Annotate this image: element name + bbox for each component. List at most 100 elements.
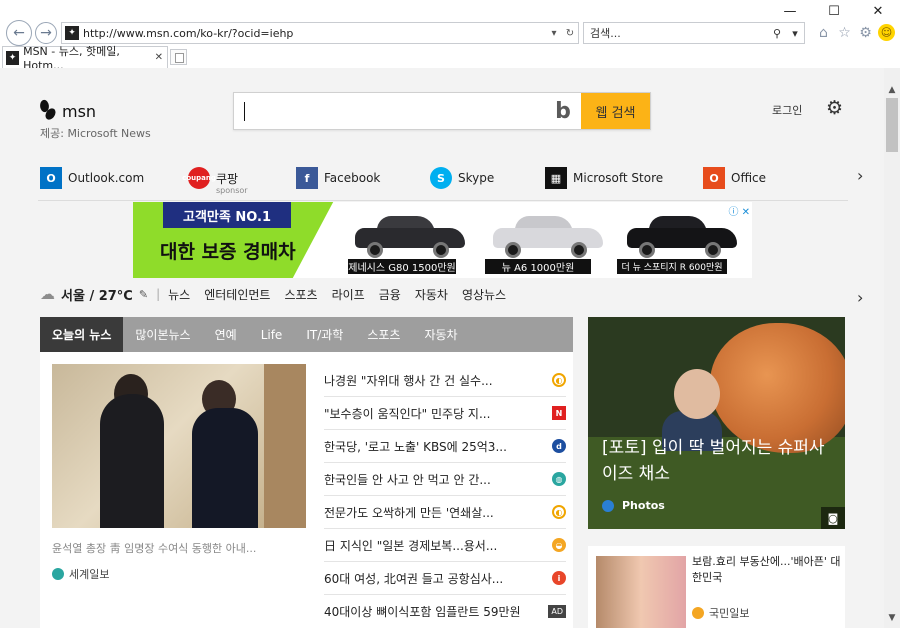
source-logo-icon: ◐ bbox=[552, 505, 566, 519]
minimize-button[interactable]: — bbox=[768, 0, 812, 22]
address-bar[interactable]: ✦ http://www.msn.com/ko-kr/?ocid=iehp ▾ … bbox=[61, 22, 579, 44]
scroll-down-icon[interactable]: ▼ bbox=[884, 610, 900, 626]
headline-item-ad[interactable]: 40대이상 뼈이식포함 임플란트 59만원 AD bbox=[324, 595, 566, 628]
headline-item[interactable]: "보수층이 움직인다" 민주당 지... N bbox=[324, 397, 566, 430]
source-logo-icon: ◍ bbox=[552, 472, 566, 486]
ad-headline: 대한 보증 경매차 bbox=[160, 241, 296, 263]
headline-title: 日 지식인 "일본 경제보복...용서... bbox=[324, 538, 498, 553]
quick-link-coupang[interactable]: coupang 쿠팡 sponsor bbox=[182, 167, 248, 195]
refresh-icon[interactable]: ↻ bbox=[562, 28, 578, 39]
scroll-thumb[interactable] bbox=[886, 98, 898, 152]
main-news-photo[interactable] bbox=[52, 364, 306, 528]
browser-search-box[interactable]: 검색... ⚲ ▾ bbox=[583, 22, 805, 44]
headline-item[interactable]: 한국당, '로고 노출' KBS에 25억3... d bbox=[324, 430, 566, 463]
quick-link-microsoft-store[interactable]: ▦ Microsoft Store bbox=[545, 167, 663, 189]
web-search-input[interactable] bbox=[234, 93, 545, 129]
close-button[interactable]: ✕ bbox=[856, 0, 900, 22]
headline-title: 나경원 "자위대 행사 간 건 실수... bbox=[324, 373, 493, 388]
headline-item[interactable]: 日 지식인 "일본 경제보복...용서... ◒ bbox=[324, 529, 566, 562]
adchoices-icon[interactable]: ⓘ ✕ bbox=[728, 203, 750, 218]
tab-life[interactable]: Life bbox=[249, 317, 295, 352]
quick-link-label: Facebook bbox=[324, 171, 381, 185]
photos-logo-icon bbox=[602, 499, 614, 512]
category-news[interactable]: 뉴스 bbox=[168, 286, 190, 303]
search-dropdown-icon[interactable]: ▾ bbox=[786, 27, 804, 40]
source-logo-icon: ◐ bbox=[552, 373, 566, 387]
browser-tab-msn[interactable]: ✦ MSN - 뉴스, 핫메일, Hotm... ✕ bbox=[2, 45, 168, 72]
tab-today-news[interactable]: 오늘의 뉴스 bbox=[40, 317, 124, 352]
msn-logo-text: msn bbox=[62, 101, 97, 121]
segye-logo-icon bbox=[52, 568, 64, 580]
tab-sports[interactable]: 스포츠 bbox=[355, 317, 412, 352]
category-entertainment[interactable]: 엔터테인먼트 bbox=[204, 286, 270, 303]
edit-pencil-icon[interactable]: ✎ bbox=[139, 288, 148, 301]
url-dropdown-icon[interactable]: ▾ bbox=[546, 28, 562, 39]
headline-title: "보수층이 움직인다" 민주당 지... bbox=[324, 406, 491, 421]
forward-button[interactable]: → bbox=[35, 22, 57, 44]
search-icon[interactable]: ⚲ bbox=[768, 27, 786, 40]
story-thumbnail bbox=[596, 556, 686, 628]
back-arrow-icon: ← bbox=[13, 25, 25, 41]
quick-link-facebook[interactable]: f Facebook bbox=[296, 167, 380, 189]
maximize-button[interactable]: ☐ bbox=[812, 0, 856, 22]
forward-arrow-icon: → bbox=[40, 25, 52, 41]
tab-close-icon[interactable]: ✕ bbox=[155, 52, 163, 63]
web-search-button[interactable]: 웹 검색 bbox=[581, 93, 650, 129]
scroll-up-icon[interactable]: ▲ bbox=[884, 82, 900, 98]
headline-item[interactable]: 나경원 "자위대 행사 간 건 실수... ◐ bbox=[324, 364, 566, 397]
headline-item[interactable]: 60대 여성, 北여권 들고 공항심사... i bbox=[324, 562, 566, 595]
tab-autos[interactable]: 자동차 bbox=[412, 317, 469, 352]
gear-icon[interactable]: ⚙ bbox=[857, 24, 874, 41]
quick-link-label: Skype bbox=[458, 171, 495, 185]
car-image-genesis bbox=[351, 210, 469, 260]
login-link[interactable]: 로그인 bbox=[772, 102, 802, 118]
url-text[interactable]: http://www.msn.com/ko-kr/?ocid=iehp bbox=[83, 27, 546, 40]
quick-link-office[interactable]: O Office bbox=[703, 167, 766, 189]
quick-links-next-icon[interactable]: › bbox=[857, 166, 863, 185]
tab-most-viewed[interactable]: 많이본뉴스 bbox=[123, 317, 202, 352]
category-life[interactable]: 라이프 bbox=[332, 286, 365, 303]
tab-it-science[interactable]: IT/과학 bbox=[294, 317, 355, 352]
categories-next-icon[interactable]: › bbox=[857, 288, 863, 307]
car-label: 더 뉴 스포티지 R 600만원 bbox=[617, 259, 727, 274]
quick-link-skype[interactable]: S Skype bbox=[430, 167, 494, 189]
category-finance[interactable]: 금융 bbox=[379, 286, 401, 303]
home-icon[interactable]: ⌂ bbox=[815, 24, 832, 41]
star-icon[interactable]: ☆ bbox=[836, 24, 853, 41]
ad-badge: 고객만족 NO.1 bbox=[163, 202, 291, 228]
tab-entertainment[interactable]: 연예 bbox=[203, 317, 249, 352]
car-label: 뉴 A6 1000만원 bbox=[485, 259, 591, 274]
category-sports[interactable]: 스포츠 bbox=[284, 286, 317, 303]
new-tab-button[interactable] bbox=[170, 49, 187, 65]
story-source-name: 국민일보 bbox=[709, 607, 750, 620]
weather-location-temp[interactable]: 서울 / 27°C bbox=[61, 285, 133, 304]
sponsor-label: sponsor bbox=[216, 186, 248, 195]
category-video[interactable]: 영상뉴스 bbox=[462, 286, 506, 303]
headline-item[interactable]: 한국인들 안 사고 안 먹고 안 간... ◍ bbox=[324, 463, 566, 496]
featured-source: Photos bbox=[602, 499, 665, 512]
text-caret bbox=[244, 102, 245, 121]
quick-link-label: Microsoft Store bbox=[573, 171, 664, 185]
settings-gear-icon[interactable]: ⚙ bbox=[826, 97, 843, 119]
msn-logo[interactable]: msn bbox=[40, 100, 96, 122]
quick-link-outlook[interactable]: O Outlook.com bbox=[40, 167, 144, 189]
headline-title: 60대 여성, 北여권 들고 공항심사... bbox=[324, 571, 504, 586]
vertical-scrollbar[interactable]: ▲ ▼ bbox=[884, 68, 900, 628]
quick-link-label: 쿠팡 bbox=[216, 171, 239, 186]
main-news-caption[interactable]: 윤석열 총장 靑 임명장 수여식 동행한 아내... bbox=[52, 540, 256, 556]
category-autos[interactable]: 자동차 bbox=[415, 286, 448, 303]
tab-row: ✦ MSN - 뉴스, 핫메일, Hotm... ✕ bbox=[0, 45, 900, 72]
browser-search-placeholder[interactable]: 검색... bbox=[590, 25, 768, 41]
featured-photo-story[interactable]: [포토] 입이 딱 벌어지는 슈퍼사이즈 채소 Photos ◙ bbox=[588, 317, 845, 529]
headline-title: 한국인들 안 사고 안 먹고 안 간... bbox=[324, 472, 491, 487]
kukmin-logo-icon bbox=[692, 607, 704, 619]
headline-item[interactable]: 전문가도 오싹하게 만든 '연쇄살... ◐ bbox=[324, 496, 566, 529]
story-source: 국민일보 bbox=[692, 605, 749, 621]
divider: | bbox=[156, 287, 161, 301]
camera-icon: ◙ bbox=[821, 507, 845, 529]
main-news-source[interactable]: 세계일보 bbox=[52, 566, 109, 582]
ad-banner[interactable]: 고객만족 NO.1 대한 보증 경매차 제네시스 G80 1500만원 뉴 A6… bbox=[133, 202, 752, 278]
secondary-story[interactable]: 보람.효리 부동산에...'배아픈' 대한민국 국민일보 bbox=[588, 546, 845, 628]
smiley-icon[interactable]: ☺ bbox=[878, 24, 895, 41]
quick-link-label: Office bbox=[731, 171, 767, 185]
